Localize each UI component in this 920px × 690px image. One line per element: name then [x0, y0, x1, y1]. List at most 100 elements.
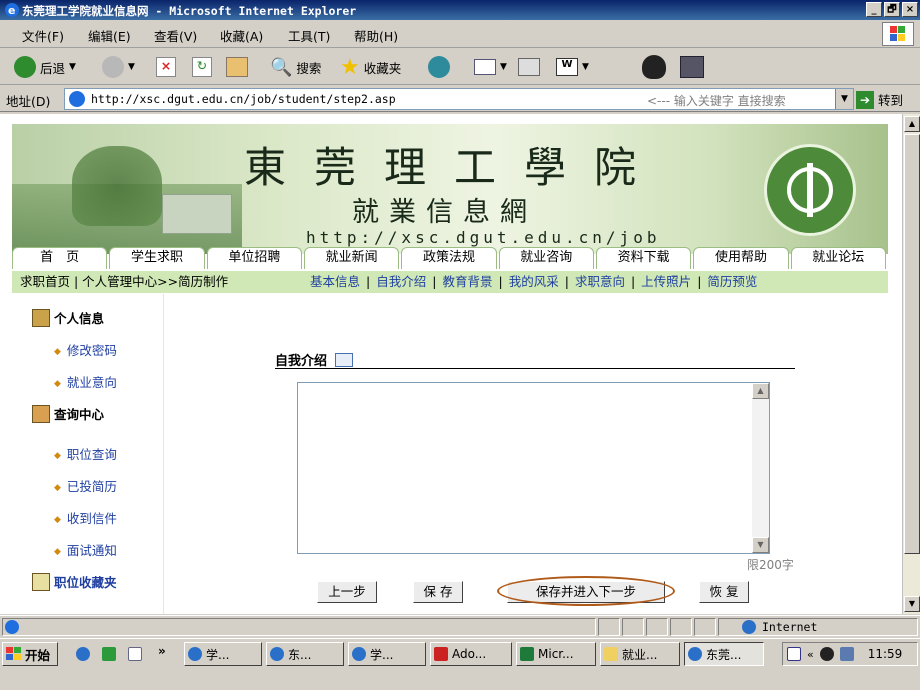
sidebar-item-job-intention[interactable]: 就业意向: [54, 372, 117, 391]
nav-recruitment[interactable]: 单位招聘: [206, 247, 302, 269]
stop-button[interactable]: ×: [156, 54, 176, 80]
mail-icon: [474, 59, 496, 75]
home-icon: [226, 57, 248, 77]
network-icon[interactable]: [839, 647, 854, 661]
taskbar-item[interactable]: Ado...: [430, 642, 512, 666]
acrobat-icon: [434, 647, 448, 661]
folder-icon: [604, 647, 618, 661]
address-dropdown-button[interactable]: ▼: [835, 89, 853, 109]
quicklaunch-desktop-icon[interactable]: [128, 647, 142, 661]
go-button[interactable]: ➔ 转到: [856, 90, 903, 109]
taskbar-item[interactable]: 学...: [184, 642, 262, 666]
taskbar-item[interactable]: 就业...: [600, 642, 680, 666]
taskbar-item[interactable]: Micr...: [516, 642, 596, 666]
start-button[interactable]: 开始: [2, 642, 58, 666]
page-scrollbar[interactable]: ▲ ▼: [902, 114, 920, 614]
print-button[interactable]: [518, 54, 540, 80]
sidebar-item-job-search[interactable]: 职位查询: [54, 444, 117, 463]
menu-view[interactable]: 查看(V): [154, 26, 197, 45]
minimize-button[interactable]: _: [866, 2, 882, 17]
chevron-down-icon: ▼: [128, 62, 135, 72]
edit-button[interactable]: W ▼: [556, 54, 589, 80]
scroll-thumb[interactable]: [904, 134, 920, 554]
media-icon: [428, 56, 450, 78]
chevron-down-icon: ▼: [500, 62, 507, 72]
textarea-scrollbar[interactable]: ▲ ▼: [752, 383, 769, 553]
link-resume-preview[interactable]: 简历预览: [707, 271, 757, 293]
nav-downloads[interactable]: 资料下载: [595, 247, 692, 269]
menu-tools[interactable]: 工具(T): [288, 26, 330, 45]
address-bar: 地址(D) http://xsc.dgut.edu.cn/job/student…: [0, 86, 920, 112]
seal-bar: [807, 163, 813, 217]
extra-tool-button[interactable]: [680, 54, 704, 80]
favorites-button[interactable]: ★ 收藏夹: [340, 54, 401, 80]
link-showcase[interactable]: 我的风采: [509, 271, 559, 293]
taskbar-item-active[interactable]: 东莞...: [684, 642, 764, 666]
sidebar-item-interview-notice[interactable]: 面试通知: [54, 540, 117, 559]
toolbar: 后退 ▼ ▼ × ↻ 🔍 搜索 ★ 收藏夹 ▼ W ▼: [0, 49, 920, 85]
scroll-up-arrow-icon[interactable]: ▲: [904, 116, 920, 132]
nav-policy[interactable]: 政策法规: [401, 247, 497, 269]
printer-icon: [518, 58, 540, 76]
link-education[interactable]: 教育背景: [442, 271, 492, 293]
zone-label: Internet: [762, 620, 818, 634]
link-upload-photo[interactable]: 上传照片: [641, 271, 691, 293]
search-icon: 🔍: [270, 56, 293, 78]
tray-expand-button[interactable]: «: [807, 648, 814, 661]
save-button[interactable]: 保 存: [413, 581, 463, 603]
nav-consulting[interactable]: 就业咨询: [498, 247, 594, 269]
nav-student-jobs[interactable]: 学生求职: [109, 247, 205, 269]
nav-home[interactable]: 首 页: [12, 247, 108, 269]
self-intro-textarea[interactable]: [297, 382, 770, 554]
scroll-up-arrow-icon[interactable]: ▲: [752, 383, 769, 399]
address-input[interactable]: http://xsc.dgut.edu.cn/job/student/step2…: [64, 88, 854, 110]
clock[interactable]: 11:59: [868, 647, 903, 661]
refresh-icon: ↻: [192, 57, 212, 77]
ime-icon[interactable]: [787, 647, 801, 661]
query-center-icon: [32, 405, 50, 423]
menu-file[interactable]: 文件(F): [22, 26, 64, 45]
sidebar-group-favorites[interactable]: 职位收藏夹: [32, 572, 117, 591]
university-seal-icon: [764, 144, 856, 236]
restore-button[interactable]: 🗗: [884, 2, 900, 17]
media-button[interactable]: [428, 54, 450, 80]
refresh-button[interactable]: ↻: [192, 54, 212, 80]
back-button[interactable]: 后退 ▼: [14, 54, 76, 80]
nav-news[interactable]: 就业新闻: [303, 247, 400, 269]
scroll-down-arrow-icon[interactable]: ▼: [904, 596, 920, 612]
quicklaunch-tree-icon[interactable]: [102, 647, 116, 661]
favorites-label: 收藏夹: [363, 60, 402, 76]
link-self-intro[interactable]: 自我介绍: [376, 271, 426, 293]
stop-icon: ×: [156, 57, 176, 77]
home-button[interactable]: [226, 54, 248, 80]
quicklaunch-ie-icon[interactable]: [76, 647, 90, 661]
menu-help[interactable]: 帮助(H): [354, 26, 398, 45]
nav-help[interactable]: 使用帮助: [693, 247, 789, 269]
breadcrumb[interactable]: 求职首页 | 个人管理中心>>简历制作: [20, 271, 228, 293]
restore-button[interactable]: 恢 复: [699, 581, 749, 603]
nav-forum[interactable]: 就业论坛: [790, 247, 886, 269]
scroll-down-arrow-icon[interactable]: ▼: [752, 537, 769, 553]
separator: |: [498, 274, 503, 289]
close-button[interactable]: ×: [902, 2, 918, 17]
forward-button[interactable]: ▼: [102, 54, 135, 80]
sidebar-item-sent-resumes[interactable]: 已投简历: [54, 476, 117, 495]
site-banner: 東莞理工學院 就業信息網 http://xsc.dgut.edu.cn/job: [12, 124, 888, 254]
mail-button[interactable]: ▼: [474, 54, 507, 80]
search-button[interactable]: 🔍 搜索: [270, 54, 321, 80]
section-title: 自我介绍: [275, 350, 354, 369]
taskbar-item[interactable]: 学...: [348, 642, 426, 666]
link-job-intention[interactable]: 求职意向: [575, 271, 625, 293]
status-cell: [694, 618, 716, 636]
link-basic-info[interactable]: 基本信息: [310, 271, 360, 293]
go-label: 转到: [878, 93, 904, 108]
prev-step-button[interactable]: 上一步: [317, 581, 377, 603]
menu-edit[interactable]: 编辑(E): [88, 26, 131, 45]
quicklaunch-more-button[interactable]: »: [158, 644, 166, 658]
qq-penguin-icon[interactable]: [819, 647, 834, 661]
taskbar-item[interactable]: 东...: [266, 642, 344, 666]
sidebar-item-received-mail[interactable]: 收到信件: [54, 508, 117, 527]
qq-button[interactable]: [642, 54, 666, 80]
menu-favorites[interactable]: 收藏(A): [220, 26, 263, 45]
sidebar-item-change-password[interactable]: 修改密码: [54, 340, 117, 359]
